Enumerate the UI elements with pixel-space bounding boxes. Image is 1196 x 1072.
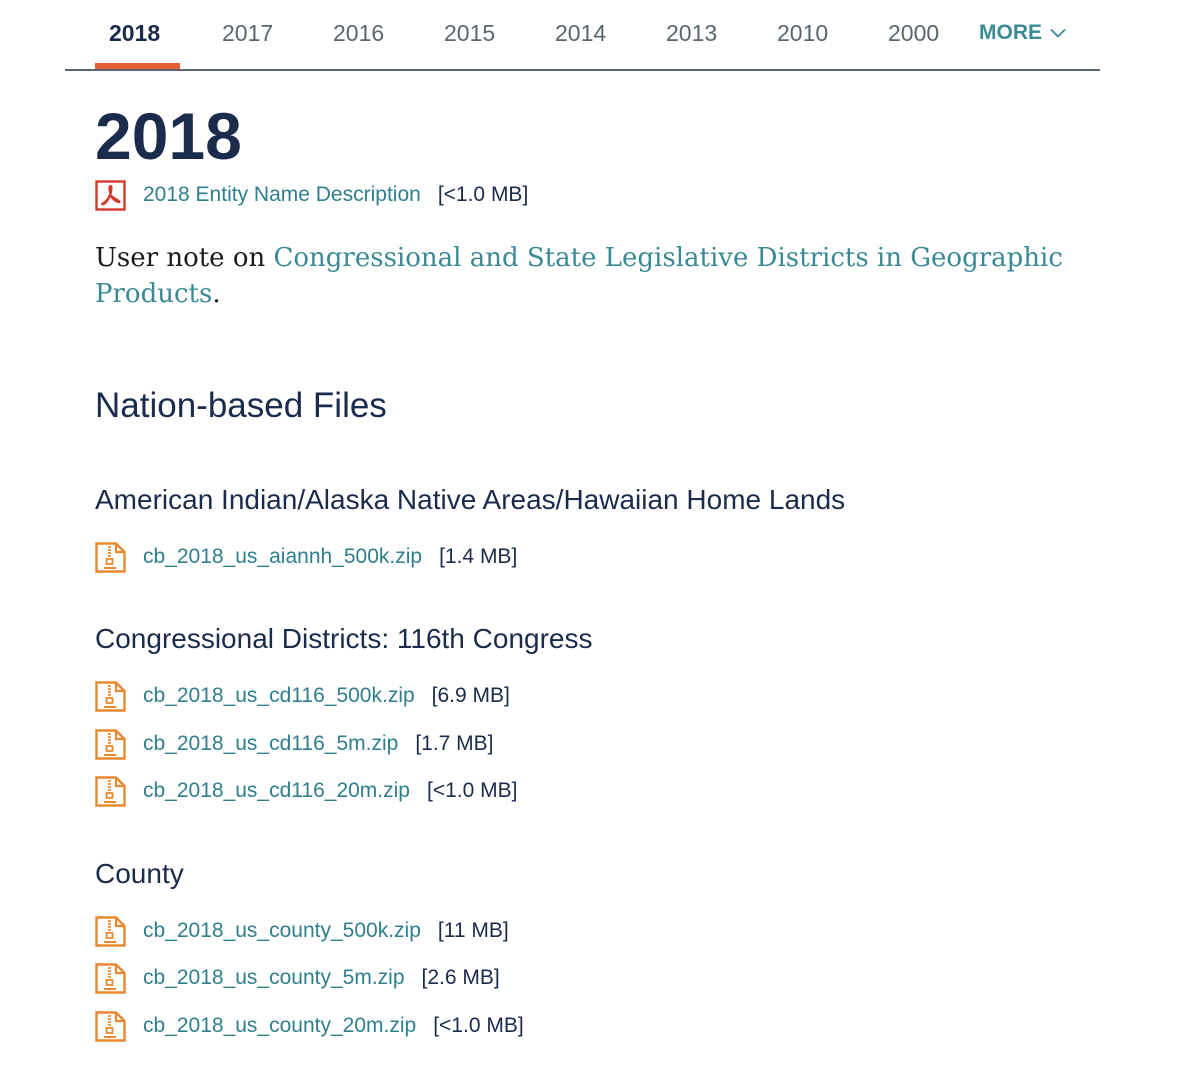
tab-2013[interactable]: 2013 — [666, 18, 717, 48]
user-note-suffix: . — [212, 279, 221, 309]
zip-file-icon — [95, 728, 126, 760]
more-label: MORE — [979, 21, 1042, 44]
group-heading-cd116: Congressional Districts: 116th Congress — [95, 623, 593, 654]
file-row: cb_2018_us_cd116_500k.zip [6.9 MB] — [95, 680, 510, 712]
file-row: cb_2018_us_cd116_20m.zip [<1.0 MB] — [95, 775, 517, 807]
tab-2018[interactable]: 2018 — [109, 18, 160, 48]
file-link[interactable]: cb_2018_us_county_5m.zip — [143, 966, 405, 990]
file-link[interactable]: cb_2018_us_aiannh_500k.zip — [143, 545, 422, 569]
file-row: cb_2018_us_county_500k.zip [11 MB] — [95, 915, 509, 947]
zip-file-icon — [95, 962, 126, 994]
group-heading-county: County — [95, 858, 184, 889]
tab-2016[interactable]: 2016 — [333, 18, 384, 48]
user-note: User note on Congressional and State Leg… — [95, 240, 1095, 312]
tab-more[interactable]: MORE — [979, 18, 1066, 48]
file-link[interactable]: cb_2018_us_cd116_500k.zip — [143, 684, 415, 708]
file-size: [1.7 MB] — [415, 732, 494, 755]
zip-file-icon — [95, 775, 126, 807]
tab-2017[interactable]: 2017 — [222, 18, 273, 48]
file-link[interactable]: cb_2018_us_county_20m.zip — [143, 1014, 416, 1038]
entity-doc-link[interactable]: 2018 Entity Name Description — [143, 183, 421, 207]
file-size: [1.4 MB] — [439, 545, 518, 568]
file-row: cb_2018_us_aiannh_500k.zip [1.4 MB] — [95, 541, 517, 573]
file-link[interactable]: cb_2018_us_county_500k.zip — [143, 919, 421, 943]
page-title: 2018 — [95, 99, 242, 173]
file-row: cb_2018_us_cd116_5m.zip [1.7 MB] — [95, 728, 494, 760]
zip-file-icon — [95, 1010, 126, 1042]
year-tabs: 2018 2017 2016 2015 2014 2013 2010 2000 … — [65, 0, 1100, 71]
file-row: cb_2018_us_county_20m.zip [<1.0 MB] — [95, 1010, 524, 1042]
zip-file-icon — [95, 541, 126, 573]
zip-file-icon — [95, 680, 126, 712]
group-heading-aiannh: American Indian/Alaska Native Areas/Hawa… — [95, 484, 846, 515]
chevron-down-icon — [1050, 28, 1066, 38]
pdf-icon — [95, 179, 126, 211]
file-size: [2.6 MB] — [421, 966, 500, 989]
tab-2015[interactable]: 2015 — [444, 18, 495, 48]
file-link[interactable]: cb_2018_us_cd116_5m.zip — [143, 732, 398, 756]
user-note-prefix: User note on — [95, 243, 274, 273]
tab-2010[interactable]: 2010 — [777, 18, 828, 48]
zip-file-icon — [95, 915, 126, 947]
file-size: [<1.0 MB] — [433, 1014, 524, 1037]
file-size: [<1.0 MB] — [437, 183, 529, 206]
active-tab-indicator — [95, 63, 180, 69]
entity-doc-row: 2018 Entity Name Description [<1.0 MB] — [95, 179, 528, 211]
file-row: cb_2018_us_county_5m.zip [2.6 MB] — [95, 962, 500, 994]
tab-2014[interactable]: 2014 — [555, 18, 606, 48]
file-size: [<1.0 MB] — [426, 779, 518, 802]
tab-2000[interactable]: 2000 — [888, 18, 939, 48]
file-size: [6.9 MB] — [431, 684, 510, 707]
section-heading: Nation-based Files — [95, 386, 387, 425]
file-link[interactable]: cb_2018_us_cd116_20m.zip — [143, 779, 410, 803]
file-size: [11 MB] — [437, 919, 509, 942]
